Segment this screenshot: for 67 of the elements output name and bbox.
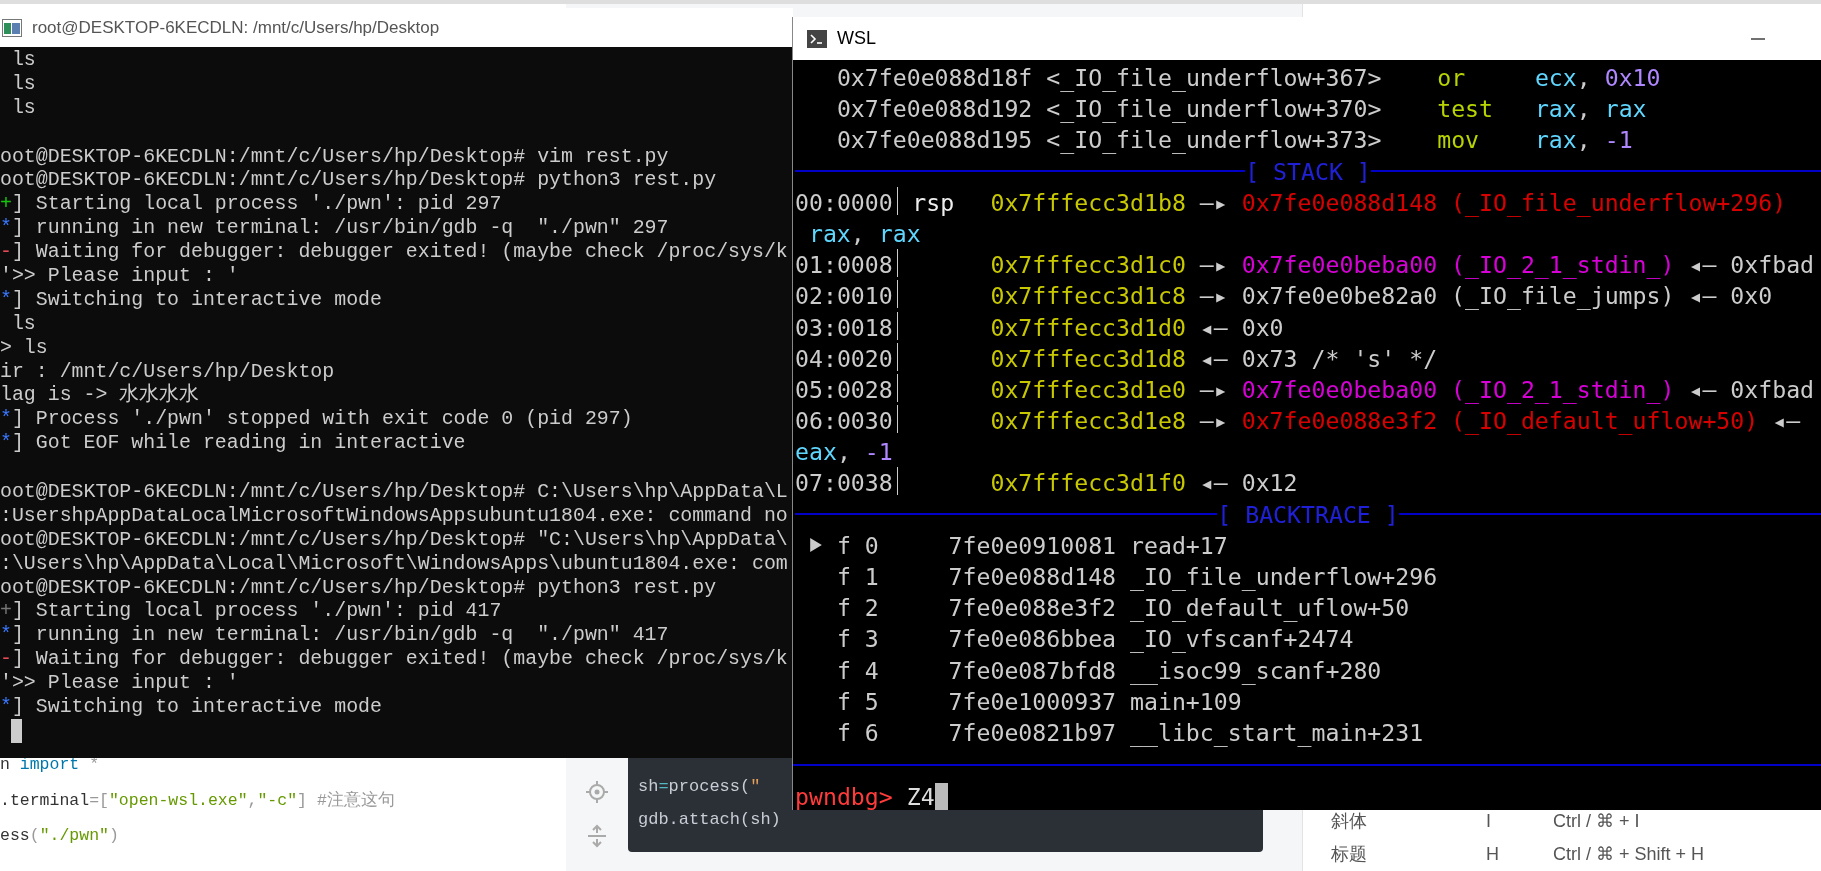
text-cursor <box>11 718 22 743</box>
terminal-line: *] Got EOF while reading in interactive <box>0 431 467 456</box>
terminal-line: :\Users\hp\AppData\Local\Microsoft\WindowsApps\ubuntu1804.exe: com <box>0 551 789 576</box>
stack-row-text: 00:0000 rsp 0x7fffecc3d1b8 —▸ 0x7fe0e088d148 (_IO_file_underflow+296) <box>795 186 1788 218</box>
minimize-icon[interactable] <box>1751 37 1765 40</box>
shortcut-combo: Ctrl / ⌘ + Shift + H <box>1553 843 1705 866</box>
command-line[interactable]: pwndbg> Z4 <box>795 781 935 810</box>
stack-row-text: eax, -1 <box>795 437 894 468</box>
window-title: root@DESKTOP-6KECDLN: /mnt/c/Users/hp/Desktop <box>32 17 440 38</box>
terminal-line: '>> Please input : ' <box>0 264 240 288</box>
terminal-line: oot@DESKTOP-6KECDLN:/mnt/c/Users/hp/Desktop# python3 rest.py <box>0 168 718 193</box>
terminal-line: ir : /mnt/c/Users/hp/Desktop <box>0 359 336 383</box>
backtrace-row-text: f 2 7fe0e088e3f2 _IO_default_uflow+50 <box>836 593 1410 624</box>
backtrace-row-text: f 3 7fe0e086bbea _IO_vfscanf+2474 <box>836 624 1354 655</box>
expand-icon[interactable] <box>585 824 609 848</box>
stack-row-text: 05:0028 0x7fffecc3d1e0 —▸ 0x7fe0e0beba00 (_IO_2_1_stdin_) ◂— 0xfbad <box>795 373 1816 406</box>
stack-row-text: 06:0030 0x7fffecc3d1e8 —▸ 0x7fe0e088e3f2 (_IO_default_uflow+50) ◂— <box>795 405 1802 437</box>
shortcut-key: H <box>1486 838 1553 871</box>
terminal-line: *] Process './pwn' stopped with exit code 0 (pid 297) <box>0 407 634 432</box>
backtrace-row-text: f 4 7fe0e087bfd8 __isoc99_scanf+280 <box>836 655 1382 686</box>
backtrace-row-text: f 5 7fe0e1000937 main+109 <box>836 686 1242 717</box>
terminal-line: *] Switching to interactive mode <box>0 695 383 719</box>
terminal-line: oot@DESKTOP-6KECDLN:/mnt/c/Users/hp/Desktop# vim rest.py <box>0 143 670 169</box>
section-title: [ BACKTRACE ] <box>1217 499 1399 530</box>
stack-row-text: rax, rax <box>807 218 922 249</box>
terminal-line: -] Waiting for debugger: debugger exited! (maybe check /proc/sys/k <box>0 240 789 264</box>
stack-row-text: 02:0010 0x7fffecc3d1c8 —▸ 0x7fe0e0be82a0 (_IO_file_jumps) ◂— 0x0 <box>795 280 1774 312</box>
code-line: gdb.attach(sh) <box>638 809 781 831</box>
crosshair-icon[interactable] <box>585 780 609 804</box>
window-title: WSL <box>837 28 876 49</box>
terminal-line: oot@DESKTOP-6KECDLN:/mnt/c/Users/hp/Desktop# python3 rest.py <box>0 575 718 600</box>
backtrace-row-text: f 6 7fe0e0821b97 __libc_start_main+231 <box>836 717 1424 749</box>
terminal-line: oot@DESKTOP-6KECDLN:/mnt/c/Users/hp/Desktop# C:\Users\hp\AppData\L <box>0 479 789 504</box>
terminal-line: +] Starting local process './pwn': pid 297 <box>0 192 503 217</box>
stack-row-text: 01:0008 0x7fffecc3d1c0 —▸ 0x7fe0e0beba00 (_IO_2_1_stdin_) ◂— 0xfbad <box>795 249 1816 281</box>
backtrace-row-text: f 1 7fe0e088d148 _IO_file_underflow+296 <box>836 562 1438 593</box>
terminal-line: +] Starting local process './pwn': pid 417 <box>0 599 503 624</box>
terminal-line: ls <box>10 311 37 336</box>
shortcut-combo: Ctrl / ⌘ + I <box>1553 810 1640 833</box>
code-line: sh=process(" <box>638 776 761 798</box>
terminal-line: lag is -> 水水水水 <box>0 383 201 408</box>
terminal-line: *] Switching to interactive mode <box>0 287 383 312</box>
terminal-line: ls <box>10 48 37 72</box>
terminal-icon <box>807 29 827 48</box>
section-title: [ STACK ] <box>1245 156 1371 187</box>
terminal-line: oot@DESKTOP-6KECDLN:/mnt/c/Users/hp/Desktop# "C:\Users\hp\AppData\ <box>0 527 789 552</box>
stack-row-text: 03:0018 0x7fffecc3d1d0 ◂— 0x0 <box>795 311 1285 343</box>
terminal-line: ls <box>10 71 37 96</box>
terminal-line: *] running in new terminal: /usr/bin/gdb -q "./pwn" 297 <box>0 216 670 241</box>
code-line: ess("./pwn") <box>0 826 119 845</box>
disassembly-line: 0x7fe0e088d192 <_IO_file_underflow+370> test rax, rax <box>835 94 1648 125</box>
terminal-line: :UsershpAppDataLocalMicrosoftWindowsAppsubuntu1804.exe: command no <box>0 503 789 528</box>
stack-row-text: 07:0038 0x7fffecc3d1f0 ◂— 0x12 <box>795 467 1299 499</box>
stack-row-text: 04:0020 0x7fffecc3d1d8 ◂— 0x73 /* 's' */ <box>795 342 1439 374</box>
terminal-line: > ls <box>0 335 49 360</box>
shortcut-name: 斜体 <box>1331 810 1368 833</box>
shortcut-name: 标题 <box>1331 843 1368 866</box>
terminal-line: *] running in new terminal: /usr/bin/gdb -q "./pwn" 417 <box>0 623 670 648</box>
terminal-line: -] Waiting for debugger: debugger exited! (maybe check /proc/sys/k <box>0 647 789 672</box>
code-line: .terminal=["open-wsl.exe","-c"] #注意这句 <box>0 790 395 810</box>
shortcut-key: I <box>1486 805 1553 838</box>
disassembly-line: 0x7fe0e088d195 <_IO_file_underflow+373> mov rax, -1 <box>835 125 1634 156</box>
terminal-line: '>> Please input : ' <box>0 671 240 696</box>
backtrace-row-text: f 0 7fe0e0910081 read+17 <box>836 530 1228 561</box>
disassembly-line: 0x7fe0e088d18f <_IO_file_underflow+367> or ecx, 0x10 <box>835 63 1662 94</box>
terminal-line: ls <box>10 95 37 120</box>
text-cursor <box>934 783 948 810</box>
